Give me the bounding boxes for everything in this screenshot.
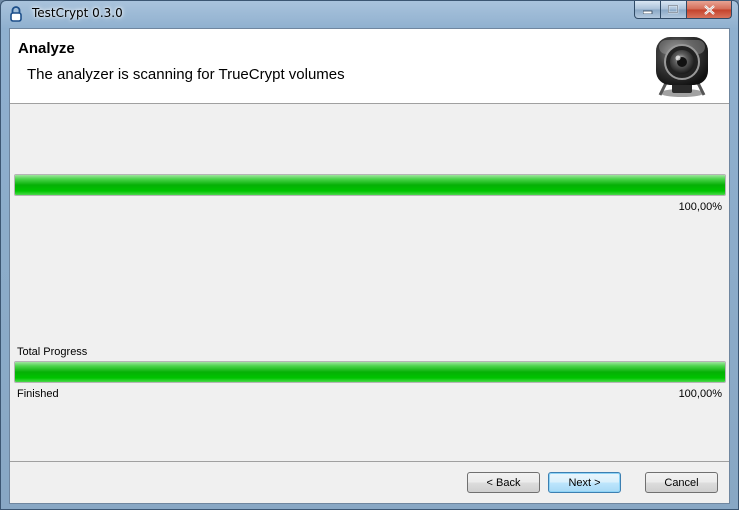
cancel-button[interactable]: Cancel bbox=[645, 472, 718, 493]
total-progress-status: Finished bbox=[17, 388, 59, 400]
total-progress-bar bbox=[14, 361, 726, 383]
total-progress-percent: 100,00% bbox=[678, 388, 722, 400]
page-title: Analyze bbox=[18, 40, 75, 57]
lock-icon bbox=[10, 6, 22, 22]
back-button[interactable]: < Back bbox=[467, 472, 540, 493]
next-button[interactable]: Next > bbox=[548, 472, 621, 493]
wizard-client-area: Analyze The analyzer is scanning for Tru… bbox=[9, 28, 730, 504]
current-progress-fill bbox=[15, 175, 725, 195]
close-icon bbox=[703, 4, 715, 15]
total-progress-label: Total Progress bbox=[17, 346, 88, 358]
title-bar[interactable]: TestCrypt 0.3.0 bbox=[1, 1, 738, 27]
page-subtitle: The analyzer is scanning for TrueCrypt v… bbox=[27, 66, 345, 83]
wizard-header: Analyze The analyzer is scanning for Tru… bbox=[10, 29, 729, 104]
current-progress-bar bbox=[14, 174, 726, 196]
app-window: TestCrypt 0.3.0 Analyze The analyzer is … bbox=[0, 0, 739, 510]
current-progress-percent: 100,00% bbox=[678, 201, 722, 213]
maximize-button[interactable] bbox=[661, 1, 687, 19]
minimize-icon bbox=[642, 10, 652, 14]
close-button[interactable] bbox=[687, 1, 732, 19]
button-area-separator bbox=[10, 461, 729, 462]
total-progress-fill bbox=[15, 362, 725, 382]
webcam-lens-icon bbox=[656, 37, 708, 97]
window-title: TestCrypt 0.3.0 bbox=[32, 6, 123, 20]
maximize-icon bbox=[668, 5, 679, 14]
minimize-button[interactable] bbox=[634, 1, 661, 19]
